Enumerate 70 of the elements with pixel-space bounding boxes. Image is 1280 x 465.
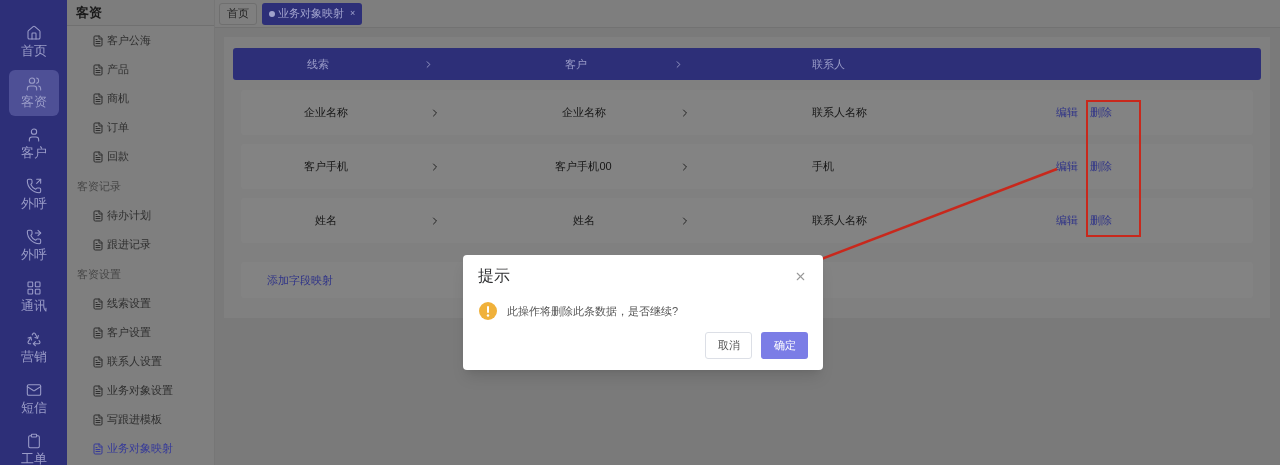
nav-item[interactable]: 跟进记录 xyxy=(67,230,214,259)
document-icon xyxy=(92,442,104,455)
confirm-button[interactable]: 确定 xyxy=(761,332,808,359)
sidebar-nav-button[interactable]: 客资 xyxy=(8,70,59,116)
sidebar-nav-button[interactable]: 工单 xyxy=(8,427,59,465)
action-link[interactable]: 编辑 xyxy=(1056,212,1078,229)
home-icon xyxy=(25,25,42,41)
phone-icon xyxy=(25,178,42,194)
document-icon xyxy=(92,92,104,105)
field-name: 联系人名称 xyxy=(811,105,868,121)
sidebar-nav-button[interactable]: 外呼 xyxy=(8,172,59,218)
column-header: 联系人 xyxy=(811,56,846,72)
grid-icon xyxy=(25,280,42,296)
document-icon xyxy=(92,121,104,134)
cancel-button[interactable]: 取消 xyxy=(705,332,752,359)
field-name: 企业名称 xyxy=(561,105,606,121)
sidebar-nav-button[interactable]: 首页 xyxy=(8,19,59,65)
page-tab[interactable]: 业务对象映射 × xyxy=(262,2,363,25)
field-name: 手机 xyxy=(811,159,835,175)
field-name: 客户手机00 xyxy=(555,159,612,175)
nav-item[interactable]: 订单 xyxy=(67,113,214,142)
nav-item[interactable]: 业务对象设置 xyxy=(67,376,214,405)
action-link[interactable]: 删除 xyxy=(1090,212,1112,229)
document-icon xyxy=(92,355,104,368)
nav-item[interactable]: 联系人设置 xyxy=(67,347,214,376)
sidebar-nav-button[interactable]: 通讯 xyxy=(8,274,59,320)
field-name: 姓名 xyxy=(315,213,337,229)
field-name: 企业名称 xyxy=(304,105,348,121)
dialog-title: 提示 xyxy=(478,266,510,286)
nav-item[interactable]: 业务对象映射 xyxy=(67,434,214,463)
nav-item[interactable]: 待办计划 xyxy=(67,201,214,230)
field-name: 联系人名称 xyxy=(811,213,868,229)
sidebar-nav-button[interactable]: 短信 xyxy=(8,376,59,422)
nav-item[interactable]: 回款 xyxy=(67,142,214,171)
document-icon xyxy=(92,297,104,310)
clipboard-icon xyxy=(25,433,42,449)
column-header: 客户 xyxy=(564,56,587,72)
action-link[interactable]: 编辑 xyxy=(1056,104,1078,121)
sidebar-nav-button[interactable]: 营销 xyxy=(8,325,59,371)
document-icon xyxy=(92,63,104,76)
phone-icon xyxy=(25,229,42,245)
action-link[interactable]: 删除 xyxy=(1090,104,1112,121)
document-icon xyxy=(92,150,104,163)
nav-item[interactable]: 产品 xyxy=(67,55,214,84)
recycle-icon xyxy=(25,331,42,347)
document-icon xyxy=(92,384,104,397)
action-link[interactable]: 删除 xyxy=(1090,158,1112,175)
field-name: 客户手机 xyxy=(304,159,348,175)
document-icon xyxy=(92,413,104,426)
nav-item[interactable]: 客户设置 xyxy=(67,318,214,347)
sidebar-nav-button[interactable]: 外呼 xyxy=(8,223,59,269)
warning-icon xyxy=(479,302,497,320)
nav-item[interactable]: 写跟进模板 xyxy=(67,405,214,434)
tab-close[interactable]: × xyxy=(350,6,356,21)
nav-item[interactable]: 客户公海 xyxy=(67,26,214,55)
dialog-message: 此操作将删除此条数据，是否继续? xyxy=(507,303,679,319)
nav-item[interactable]: 商机 xyxy=(67,84,214,113)
nav-item[interactable]: 线索设置 xyxy=(67,289,214,318)
page-tab[interactable]: 首页 xyxy=(219,2,257,25)
people-icon xyxy=(25,76,42,92)
document-icon xyxy=(92,209,104,222)
add-mapping-link[interactable]: 添加字段映射 xyxy=(267,271,333,289)
document-icon xyxy=(92,238,104,251)
action-link[interactable]: 编辑 xyxy=(1056,158,1078,175)
mail-icon xyxy=(25,382,42,398)
field-name: 姓名 xyxy=(572,213,595,229)
document-icon xyxy=(92,326,104,339)
document-icon xyxy=(92,34,104,47)
column-header: 线索 xyxy=(307,56,329,72)
sidebar-nav-button[interactable]: 客户 xyxy=(8,121,59,167)
